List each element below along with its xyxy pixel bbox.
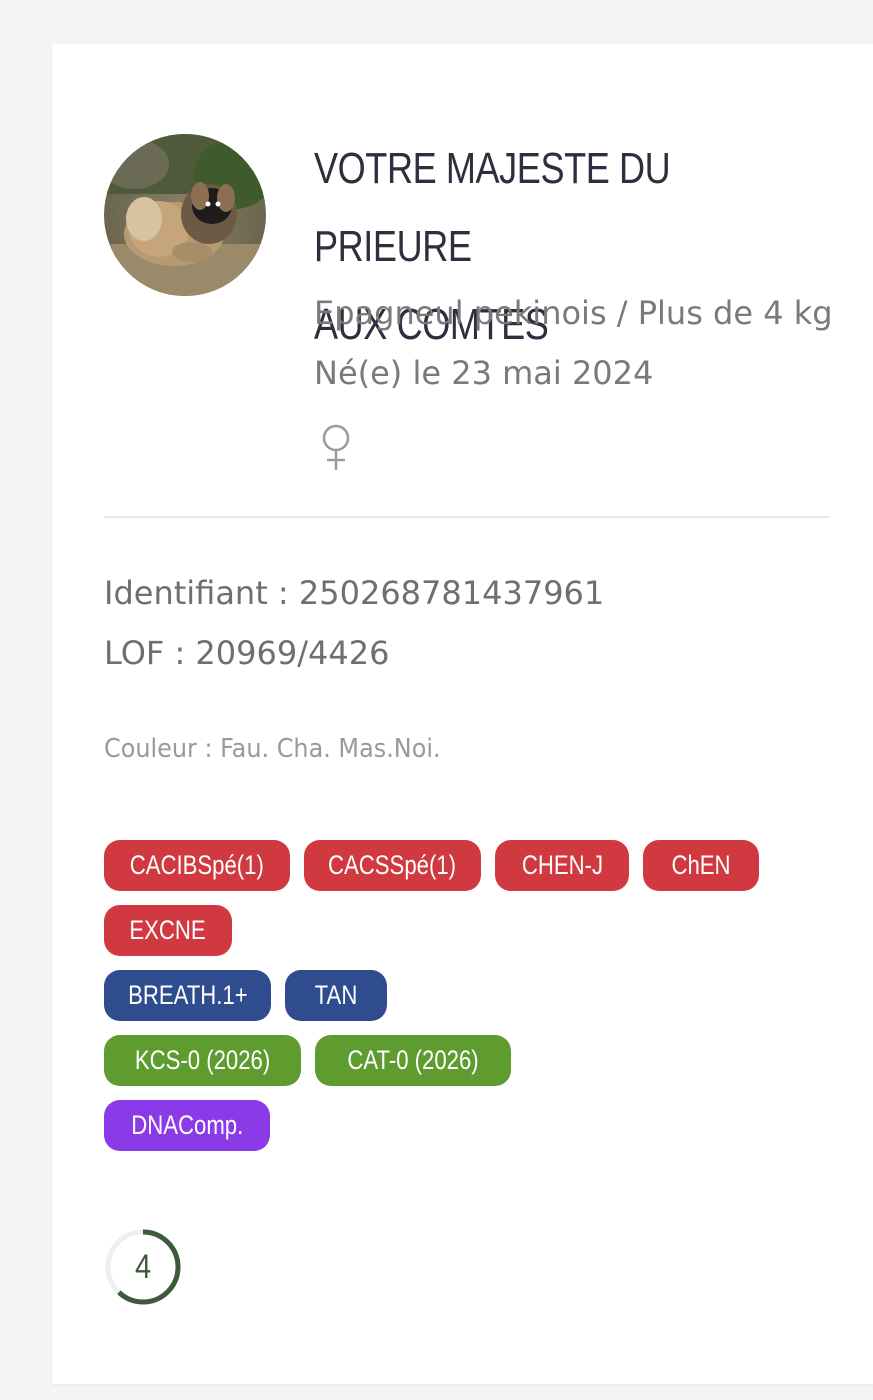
badge-chen[interactable]: ChEN xyxy=(643,840,759,891)
identifier-text: Identifiant : 250268781437961 xyxy=(104,574,605,612)
badge-kcs-0-2026[interactable]: KCS-0 (2026) xyxy=(104,1035,301,1086)
badge-label: CACSSpé(1) xyxy=(328,850,457,880)
badge-label: TAN xyxy=(314,980,358,1010)
badge-label: ChEN xyxy=(671,850,731,880)
dog-card[interactable]: VOTRE MAJESTE DU PRIEURE AUX COMTES Epag… xyxy=(52,44,873,1384)
badge-cacssp-1[interactable]: CACSSpé(1) xyxy=(304,840,481,891)
badge-label: CHEN-J xyxy=(521,850,603,880)
badge-list: CACIBSpé(1) CACSSpé(1) CHEN-J ChEN EXCNE BREA… xyxy=(104,840,773,1165)
badge-breath-1[interactable]: BREATH.1+ xyxy=(104,970,271,1021)
score-value: 4 xyxy=(134,1248,152,1286)
badge-row: DNAComp. xyxy=(104,1100,773,1151)
badge-row: CACIBSpé(1) CACSSpé(1) CHEN-J ChEN xyxy=(104,840,773,891)
dog-avatar[interactable] xyxy=(104,134,266,296)
badge-row: EXCNE xyxy=(104,905,773,956)
badge-label: EXCNE xyxy=(129,915,207,945)
divider xyxy=(104,516,830,518)
colour-text: Couleur : Fau. Cha. Mas.Noi. xyxy=(104,734,441,764)
badge-label: CAT-0 (2026) xyxy=(347,1045,479,1075)
badge-label: KCS-0 (2026) xyxy=(134,1045,271,1075)
badge-label: CACIBSpé(1) xyxy=(129,850,265,880)
lof-number: LOF : 20969/4426 xyxy=(104,634,390,672)
score-ring: 4 xyxy=(104,1228,182,1306)
badge-dnacomp[interactable]: DNAComp. xyxy=(104,1100,270,1151)
female-icon xyxy=(318,422,354,472)
badge-row: BREATH.1+ TAN xyxy=(104,970,773,1021)
badge-cacibsp-1[interactable]: CACIBSpé(1) xyxy=(104,840,290,891)
badge-label: DNAComp. xyxy=(131,1110,243,1140)
badge-tan[interactable]: TAN xyxy=(285,970,387,1021)
breed-text: Epagneul pekinois / Plus de 4 kg xyxy=(314,294,833,332)
badge-row: KCS-0 (2026) CAT-0 (2026) xyxy=(104,1035,773,1086)
dog-name-line-1: VOTRE MAJESTE DU PRIEURE xyxy=(314,144,671,271)
badge-cat-0-2026[interactable]: CAT-0 (2026) xyxy=(315,1035,511,1086)
badge-label: BREATH.1+ xyxy=(127,980,248,1010)
badge-chen-j[interactable]: CHEN-J xyxy=(495,840,629,891)
birth-date: Né(e) le 23 mai 2024 xyxy=(314,354,654,392)
badge-excne[interactable]: EXCNE xyxy=(104,905,232,956)
